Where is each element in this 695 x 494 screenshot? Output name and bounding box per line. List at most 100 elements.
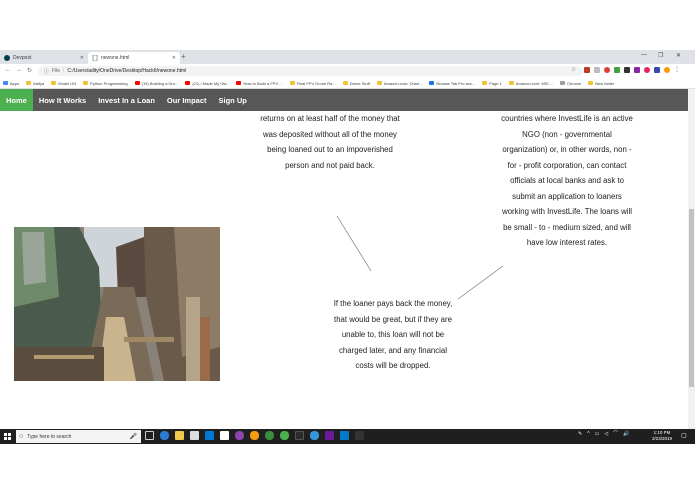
tab-devpost[interactable]: Devpost ✕ (0, 52, 88, 64)
edge-icon[interactable] (160, 431, 169, 440)
bookmark-icon (588, 81, 594, 85)
new-tab-icon[interactable]: + (181, 53, 186, 61)
task-view-icon[interactable] (145, 431, 154, 440)
slum-photo (14, 227, 220, 381)
bookmark-label: Amazon.com: MSI ... (515, 80, 553, 86)
bookmark-label: (19) Building a Dro... (141, 80, 179, 86)
forward-icon[interactable]: → (16, 67, 22, 73)
start-button[interactable] (0, 429, 14, 444)
bookmark-icon (429, 81, 435, 85)
divider: | (63, 68, 65, 74)
bookmark-icon (3, 81, 8, 85)
system-tray: ✎ ^ ▭ ◁ ⌒ 🔊 (578, 430, 629, 438)
minimize-icon[interactable]: — (641, 52, 647, 58)
extension-icon[interactable] (654, 67, 660, 73)
bookmark-label: Final FPV Drone Ra... (296, 80, 336, 86)
bookmark-item[interactable]: Browse Tab Pro acc... (429, 81, 475, 86)
address-bar[interactable]: ⓘ File | C:/Users/adity/OneDrive/Desktop… (38, 66, 583, 76)
clock-date: 2/23/2019 (652, 436, 673, 441)
app-icon[interactable] (355, 431, 364, 440)
bookmark-item[interactable]: Python Programming (83, 81, 128, 86)
search-placeholder: Type here to search (27, 433, 72, 440)
bookmark-item[interactable]: (19) Building a Dro... (134, 80, 179, 86)
screen: Devpost ✕ newone.html ✕ + — ❐ ✕ ← → ↻ ⓘ … (0, 0, 695, 494)
bookmark-item[interactable]: Model UN (51, 81, 76, 86)
store-icon[interactable] (190, 431, 199, 440)
bookmark-item[interactable]: Apps (3, 81, 19, 86)
menu-kebab-icon[interactable]: ⋮ (674, 67, 680, 73)
page-scrollbar[interactable] (688, 89, 695, 429)
bookmark-item[interactable]: Chrome (560, 81, 581, 86)
bookmark-item[interactable]: Aditya (26, 81, 44, 86)
extension-icon[interactable] (584, 67, 590, 73)
app-icon[interactable] (325, 431, 334, 440)
extension-icon[interactable] (614, 67, 620, 73)
nav-invest-in-a-loan[interactable]: Invest In a Loan (92, 89, 161, 111)
bookmark-label: Chrome (567, 80, 582, 86)
vscode-icon[interactable] (340, 431, 349, 440)
bookmark-label: Python Programming (90, 80, 128, 86)
bookmark-icon (482, 81, 488, 85)
back-icon[interactable]: ← (5, 67, 11, 73)
file-explorer-icon[interactable] (175, 431, 184, 440)
extension-icon[interactable] (634, 67, 640, 73)
volume-icon[interactable]: 🔊 (623, 431, 629, 437)
app-icon[interactable] (265, 431, 274, 440)
bookmark-item[interactable]: Amazon.com: Charl... (376, 81, 422, 86)
profile-avatar-icon[interactable] (664, 67, 670, 73)
microphone-icon[interactable]: 🎤 (130, 433, 137, 440)
pen-icon[interactable]: ✎ (578, 431, 582, 437)
browser-tab-strip: Devpost ✕ newone.html ✕ + — ❐ ✕ (0, 50, 695, 64)
maximize-icon[interactable]: ❐ (658, 52, 663, 59)
extension-icon[interactable] (624, 67, 630, 73)
extension-icon[interactable] (644, 67, 650, 73)
volume-icon[interactable]: ◁ (604, 431, 608, 437)
search-icon: ○ (19, 433, 24, 440)
app-icon[interactable] (250, 431, 259, 440)
bookmark-item[interactable]: (21) I Made My Ow... (185, 81, 229, 86)
app-icon[interactable] (235, 431, 244, 440)
app-icon[interactable] (310, 431, 319, 440)
bookmark-label: How to Build a FPV ... (243, 80, 283, 86)
file-favicon-icon (92, 54, 98, 62)
nav-how-it-works[interactable]: How It Works (33, 89, 92, 111)
chrome-icon[interactable] (280, 431, 289, 440)
bookmark-item[interactable]: Drone Stuff (342, 81, 370, 86)
bookmark-item[interactable]: Amazon.com: MSI ... (508, 80, 553, 86)
url-text: C:/Users/adity/OneDrive/Desktop/HackIt/n… (67, 68, 187, 74)
terminal-icon[interactable] (295, 431, 304, 440)
wifi-icon[interactable]: ⌒ (613, 430, 618, 437)
notification-icon[interactable]: ▢ (681, 432, 687, 439)
mail-envelope-icon[interactable] (220, 431, 229, 440)
mail-icon[interactable] (205, 431, 214, 440)
extension-icon[interactable] (594, 67, 600, 73)
nav-home[interactable]: Home (0, 89, 33, 111)
bookmark-icon (342, 81, 348, 85)
info-icon: ⓘ (44, 68, 50, 75)
connector-line-right (457, 265, 504, 300)
site-nav: Home How It Works Invest In a Loan Our I… (0, 89, 695, 111)
taskbar-search[interactable]: ○ Type here to search 🎤 (16, 430, 141, 443)
extension-icons: ⋮ (584, 67, 680, 73)
close-tab-icon[interactable]: ✕ (172, 55, 176, 61)
bookmark-item[interactable]: How to Build a FPV ... (236, 80, 283, 86)
bookmark-label: Page 1 (489, 80, 502, 86)
bookmark-item[interactable]: New folder (588, 81, 614, 86)
close-window-icon[interactable]: ✕ (676, 52, 681, 59)
bookmark-star-icon[interactable]: ☆ (571, 66, 576, 73)
close-tab-icon[interactable]: ✕ (80, 55, 84, 61)
bookmark-icon (289, 81, 295, 85)
bookmark-item[interactable]: Page 1 (482, 81, 502, 86)
network-icon[interactable]: ▭ (595, 431, 600, 437)
tab-newone[interactable]: newone.html ✕ (88, 52, 180, 64)
bookmark-icon (134, 81, 140, 85)
reload-icon[interactable]: ↻ (27, 67, 32, 74)
nav-sign-up[interactable]: Sign Up (213, 89, 253, 111)
taskbar-clock[interactable]: 1:10 PM 2/23/2019 (652, 430, 672, 442)
scrollbar-thumb[interactable] (689, 209, 694, 387)
chevron-up-icon[interactable]: ^ (587, 431, 589, 437)
nav-our-impact[interactable]: Our Impact (161, 89, 213, 111)
bookmark-icon (560, 81, 565, 85)
bookmark-item[interactable]: Final FPV Drone Ra... (289, 80, 336, 86)
opera-icon[interactable] (604, 67, 610, 73)
